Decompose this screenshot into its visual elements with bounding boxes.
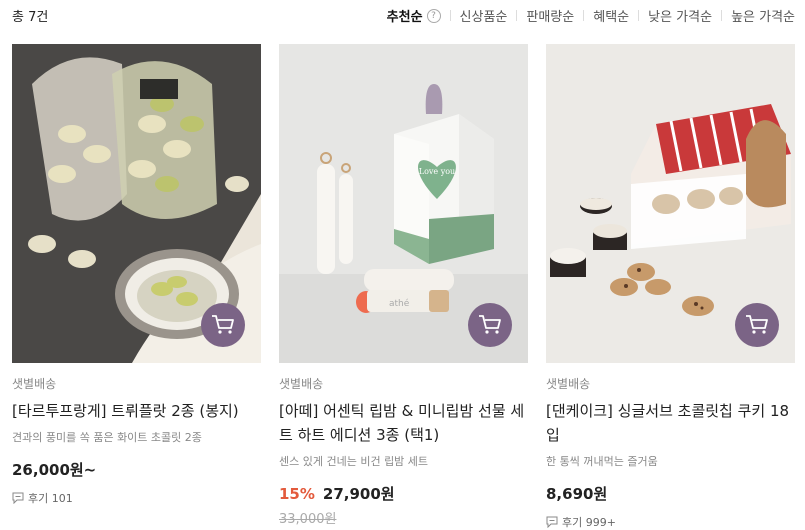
product-image[interactable] (546, 44, 795, 363)
shipping-badge: 샛별배송 (12, 377, 57, 391)
cart-icon (479, 315, 501, 334)
sort-best-selling[interactable]: 판매량순 (526, 6, 574, 25)
divider (583, 10, 585, 21)
sort-benefit[interactable]: 혜택순 (593, 6, 629, 25)
price: 8,690원 (546, 483, 795, 504)
original-price: 33,000원 (279, 512, 337, 527)
add-to-cart-button[interactable] (468, 303, 512, 347)
product-description: 견과의 풍미를 쏙 품은 화이트 초콜릿 2종 (12, 431, 202, 444)
review-count[interactable]: 후기 999+ (546, 514, 795, 530)
sale-price: 8,690원 (546, 485, 608, 503)
sort-recommended[interactable]: 추천순 (387, 6, 423, 25)
product-card[interactable]: Love you athé 샛별배송 [아떼] 어센틱 립밤 & 미니립밤 선물… (279, 44, 528, 527)
add-to-cart-button[interactable] (735, 303, 779, 347)
box-text: Love you (419, 167, 455, 176)
sale-price: 27,900원 (322, 485, 395, 503)
discount-rate: 15% (279, 485, 315, 503)
review-count[interactable]: 후기 101 (12, 490, 261, 506)
help-icon[interactable]: ? (426, 8, 441, 23)
divider (638, 10, 640, 21)
product-title[interactable]: [아떼] 어센틱 립밤 & 미니립밤 선물 세트 하트 에디션 3종 (택1) (279, 399, 528, 447)
brand-text: athé (389, 298, 410, 309)
cart-icon (212, 315, 234, 334)
comment-icon (12, 492, 24, 504)
cart-icon (746, 315, 768, 334)
sort-options: 추천순 ? 신상품순 판매량순 혜택순 낮은 가격순 높은 가격순 (387, 6, 795, 25)
product-title[interactable]: [댄케이크] 싱글서브 초콜릿칩 쿠키 18입 (546, 399, 795, 447)
product-image[interactable] (12, 44, 261, 363)
divider (449, 10, 451, 21)
product-description: 한 통씩 꺼내먹는 즐거움 (546, 455, 658, 468)
shipping-badge: 샛별배송 (546, 377, 591, 391)
price: 15% 27,900원 (279, 483, 528, 504)
sort-price-high[interactable]: 높은 가격순 (731, 6, 795, 25)
product-title[interactable]: [타르투프랑게] 트뤼플랏 2종 (봉지) (12, 399, 261, 423)
divider (721, 10, 723, 21)
comment-icon (546, 516, 558, 528)
product-image[interactable]: Love you athé (279, 44, 528, 363)
shipping-badge: 샛별배송 (279, 377, 324, 391)
sort-price-low[interactable]: 낮은 가격순 (648, 6, 712, 25)
product-description: 센스 있게 건네는 비건 립밤 세트 (279, 455, 429, 468)
product-card[interactable]: 샛별배송 [댄케이크] 싱글서브 초콜릿칩 쿠키 18입 한 통씩 꺼내먹는 즐… (546, 44, 795, 530)
total-count: 총 7건 (12, 10, 49, 25)
review-label: 후기 999+ (562, 516, 616, 529)
add-to-cart-button[interactable] (201, 303, 245, 347)
review-label: 후기 101 (28, 492, 73, 505)
divider (516, 10, 518, 21)
price: 26,000원~ (12, 459, 261, 480)
sort-newest[interactable]: 신상품순 (460, 6, 508, 25)
list-toolbar: 총 7건 추천순 ? 신상품순 판매량순 혜택순 낮은 가격순 높은 가격순 (12, 0, 795, 30)
product-card[interactable]: 샛별배송 [타르투프랑게] 트뤼플랏 2종 (봉지) 견과의 풍미를 쏙 품은 … (12, 44, 261, 506)
sale-price: 26,000원~ (12, 461, 97, 479)
